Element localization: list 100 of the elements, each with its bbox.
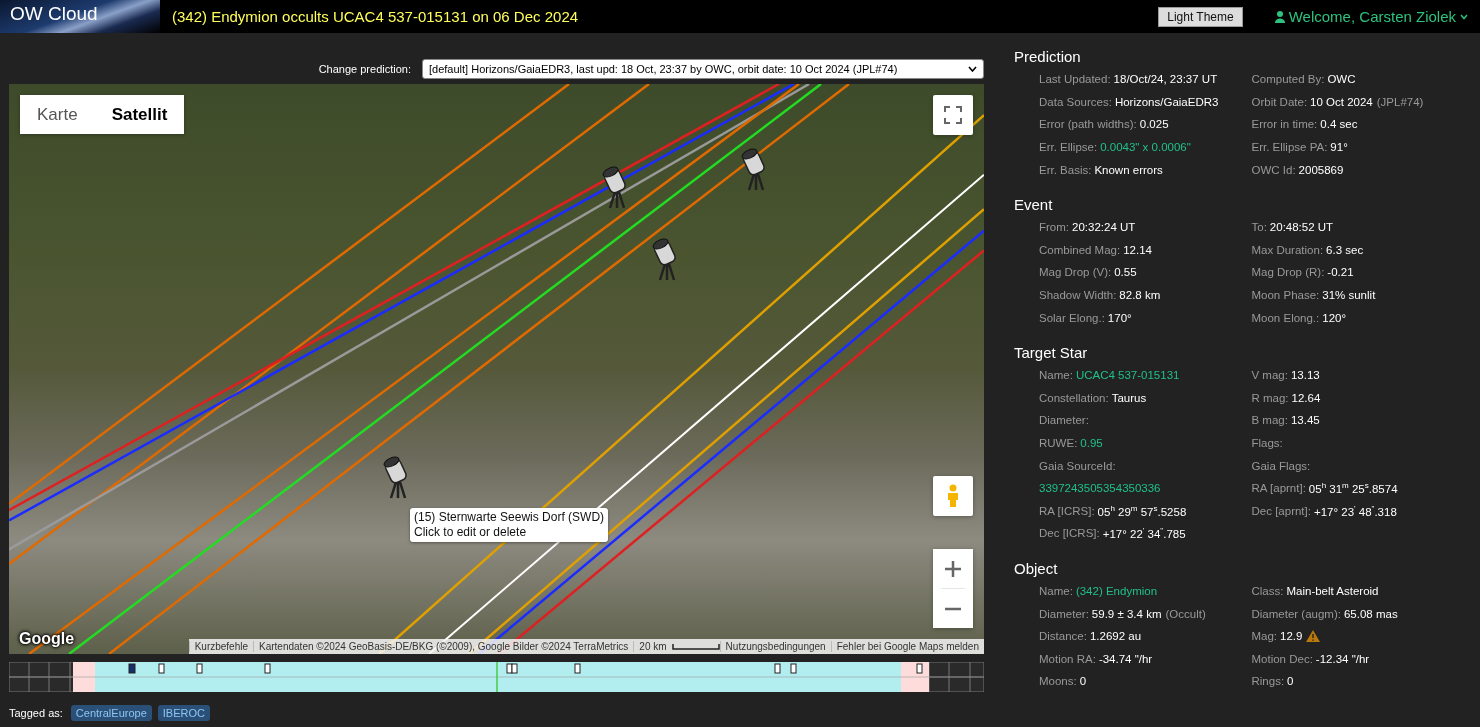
- field-value: +17° 23$^{'}$ 48$^{"}$.318: [1313, 503, 1397, 518]
- field-value: OWC: [1327, 73, 1356, 86]
- field-label: Max Duration:: [1251, 243, 1324, 256]
- page-title: (342) Endymion occults UCAC4 537-015131 on 06 Dec 2024: [172, 8, 579, 25]
- field-label: Combined Mag:: [1039, 243, 1121, 256]
- field-label: Data Sources:: [1039, 95, 1112, 108]
- scale-bar-icon: [671, 643, 720, 650]
- field-label: RA [aprnt]:: [1251, 482, 1306, 495]
- caret-icon: [968, 66, 977, 72]
- field-value: 120°: [1322, 311, 1347, 324]
- section-heading: Object: [1014, 558, 1059, 579]
- person-icon: [946, 484, 960, 508]
- field-label: Class:: [1251, 585, 1284, 597]
- field-label: Mag Drop (R):: [1251, 266, 1325, 279]
- attribution-link[interactable]: Kartendaten ©2024 GeoBasis-DE/BKG (©2009), Google Bilder ©2024 TerraMetrics: [253, 641, 634, 652]
- tags-label: Tagged as:: [9, 707, 63, 719]
- user-menu[interactable]: Welcome, Carsten Ziolek: [1288, 8, 1456, 25]
- field-label: B mag:: [1251, 414, 1288, 427]
- field-link[interactable]: UCAC4 537-015131: [1075, 369, 1180, 382]
- prediction-select[interactable]: [default] Horizons/GaiaEDR3, last upd: 18 Oct, 23:37 by OWC, orbit date: 10 Oct 2024 (JPL#74): [422, 59, 984, 79]
- field-value: Horizons/GaiaEDR3: [1114, 95, 1219, 108]
- warning-icon: [1306, 630, 1321, 643]
- field-value: Known errors: [1094, 163, 1163, 176]
- field-note: (Occult): [1165, 607, 1206, 620]
- field-link[interactable]: 0.95: [1080, 437, 1103, 449]
- field-value: 13.45: [1290, 414, 1320, 427]
- field-label: Solar Elong.:: [1039, 311, 1105, 324]
- field-label: V mag:: [1251, 369, 1288, 382]
- field-label: Diameter:: [1039, 414, 1089, 427]
- field-label: Dec [aprnt]:: [1251, 504, 1311, 517]
- field-label: R mag:: [1251, 391, 1289, 404]
- field-label: Error in time:: [1251, 118, 1318, 131]
- field-value: 0.025: [1139, 118, 1169, 131]
- field-label: Flags:: [1251, 437, 1283, 449]
- user-icon: [1274, 10, 1285, 23]
- scale-label: 20 km: [633, 641, 672, 652]
- field-label: Distance:: [1039, 630, 1087, 643]
- field-label: Gaia Flags:: [1251, 459, 1311, 472]
- field-value: 6.3 sec: [1326, 243, 1364, 256]
- select-label: Change prediction:: [318, 63, 411, 75]
- plus-icon: [945, 560, 961, 577]
- field-label: To:: [1251, 221, 1267, 234]
- fullscreen-button[interactable]: [933, 95, 973, 135]
- field-label: Moon Elong.:: [1251, 311, 1320, 324]
- map-type-tab[interactable]: Karte: [20, 95, 95, 134]
- field-value: 59.9 ± 3.4 km: [1091, 607, 1162, 620]
- map-type-tab[interactable]: Satellit: [94, 95, 185, 134]
- minus-icon: [945, 606, 961, 611]
- field-link[interactable]: 3397243505354350336: [1039, 482, 1161, 495]
- field-link[interactable]: 0.0043" x 0.0006": [1100, 141, 1191, 154]
- theme-button[interactable]: Light Theme: [1158, 6, 1243, 27]
- field-link[interactable]: (342) Endymion: [1075, 585, 1158, 597]
- section-heading: Event: [1014, 194, 1054, 215]
- zoom-out-button[interactable]: [933, 589, 973, 628]
- field-value: +17° 22$^{'}$ 34$^{"}$.785: [1102, 526, 1186, 541]
- attribution-link[interactable]: Nutzungsbedingungen: [719, 641, 831, 652]
- field-label: Diameter:: [1039, 607, 1089, 620]
- field-label: Error (path widths):: [1039, 118, 1137, 131]
- field-value: 05$^{h}$ 29$^{m}$ 57$^{s}$.5258: [1097, 503, 1187, 518]
- tag[interactable]: IBEROC: [157, 705, 210, 721]
- attribution-link[interactable]: Fehler bei Google Maps melden: [830, 641, 984, 652]
- tooltip-text: (15) Sternwarte Seewis Dorf (SWD): [414, 510, 605, 525]
- field-label: RA [ICRS]:: [1039, 504, 1095, 517]
- field-label: Mag Drop (V):: [1039, 266, 1112, 279]
- field-value: 0: [1079, 675, 1087, 688]
- attribution-link[interactable]: Kurzbefehle: [188, 641, 254, 652]
- field-value: Taurus: [1111, 391, 1147, 404]
- field-value: 13.13: [1290, 369, 1320, 382]
- field-value: 65.08 mas: [1343, 607, 1398, 620]
- field-label: Err. Ellipse:: [1039, 141, 1098, 154]
- field-value: 2005869: [1298, 163, 1344, 176]
- field-value: 10 Oct 2024: [1310, 95, 1373, 108]
- section-heading: Target Star: [1014, 342, 1089, 363]
- field-value: -34.74 "/hr: [1098, 652, 1153, 665]
- field-label: Mag:: [1251, 630, 1278, 643]
- zoom-in-button[interactable]: [933, 549, 973, 588]
- tag[interactable]: CentralEurope: [70, 705, 152, 721]
- field-value: 0.55: [1114, 266, 1137, 279]
- caret-icon: [1460, 13, 1468, 20]
- field-value: 12.9: [1280, 630, 1303, 643]
- logo[interactable]: OW Cloud: [0, 0, 160, 33]
- field-label: Rings:: [1251, 675, 1285, 688]
- field-value: Main-belt Asteroid: [1286, 585, 1379, 597]
- fullscreen-icon: [944, 106, 962, 124]
- section-heading: Prediction: [1014, 47, 1082, 67]
- field-label: Name:: [1039, 369, 1073, 382]
- field-value: 31% sunlit: [1322, 289, 1376, 302]
- field-value: 0: [1287, 675, 1294, 688]
- field-label: Shadow Width:: [1039, 289, 1117, 302]
- field-label: Err. Basis:: [1039, 163, 1092, 176]
- field-value: 1.2692 au: [1089, 630, 1142, 643]
- field-label: Diameter (augm):: [1251, 607, 1341, 620]
- field-label: Computed By:: [1251, 73, 1325, 86]
- field-value: -0.21: [1327, 266, 1354, 279]
- field-value: 18/Oct/24, 23:37 UT: [1113, 73, 1218, 86]
- field-label: OWC Id:: [1251, 163, 1296, 176]
- field-label: RUWE:: [1039, 437, 1078, 449]
- field-label: Dec [ICRS]:: [1039, 527, 1100, 540]
- field-label: Orbit Date:: [1251, 95, 1308, 108]
- field-value: 170°: [1107, 311, 1132, 324]
